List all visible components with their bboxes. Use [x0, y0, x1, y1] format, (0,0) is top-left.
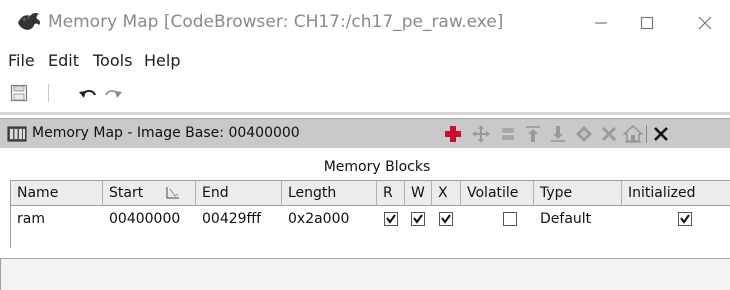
undo-button[interactable] — [77, 83, 99, 103]
expand-down-button[interactable] — [547, 123, 569, 145]
undo-icon — [79, 90, 96, 98]
toolbar — [0, 75, 730, 111]
minimize-button[interactable] — [578, 8, 624, 38]
close-window-button[interactable] — [682, 8, 728, 38]
table-header: Name Start End Length R W X Volatile Typ… — [11, 180, 730, 206]
execute-checkbox[interactable] — [439, 212, 453, 226]
set-image-base-icon — [623, 125, 643, 143]
memory-map-icon — [7, 126, 27, 142]
checkmark-icon — [680, 214, 690, 224]
section-title: Memory Blocks — [323, 159, 431, 175]
cell-start: 00400000 — [109, 211, 181, 227]
memory-blocks-table: Name Start End Length R W X Volatile Typ… — [10, 180, 730, 248]
column-w[interactable]: W — [405, 181, 432, 206]
column-length[interactable]: Length — [282, 181, 377, 206]
volatile-checkbox[interactable] — [503, 212, 517, 226]
checkmark-icon — [386, 214, 396, 224]
toolbar-divider — [0, 112, 730, 115]
column-type[interactable]: Type — [534, 181, 622, 206]
column-initialized[interactable]: Initialized — [622, 181, 730, 206]
menu-bar: File Edit Tools Help — [0, 45, 730, 75]
set-image-base-button[interactable] — [622, 123, 644, 145]
maximize-icon — [640, 16, 654, 30]
cell-name: ram — [17, 211, 45, 227]
move-block-icon — [472, 125, 490, 143]
action-separator — [646, 125, 647, 143]
table-row[interactable]: ram 00400000 00429fff 0x2a000 Default — [11, 206, 730, 232]
column-name[interactable]: Name — [11, 181, 103, 206]
window-title: Memory Map [CodeBrowser: CH17:/ch17_pe_r… — [48, 12, 504, 32]
add-block-icon — [445, 126, 461, 142]
write-checkbox[interactable] — [411, 212, 425, 226]
menu-file[interactable]: File — [8, 51, 35, 70]
initialized-checkbox[interactable] — [678, 212, 692, 226]
redo-button[interactable] — [102, 83, 124, 103]
expand-up-icon — [526, 126, 540, 142]
column-volatile[interactable]: Volatile — [461, 181, 534, 206]
move-block-button[interactable] — [470, 123, 492, 145]
cell-length: 0x2a000 — [288, 211, 350, 227]
provider-title: Memory Map - Image Base: 00400000 — [32, 125, 300, 141]
menu-tools[interactable]: Tools — [93, 51, 132, 70]
title-bar: Memory Map [CodeBrowser: CH17:/ch17_pe_r… — [0, 0, 730, 45]
provider-header: Memory Map - Image Base: 00400000 — [0, 118, 730, 148]
redo-icon — [105, 90, 122, 98]
column-start[interactable]: Start — [103, 181, 196, 206]
status-bar — [0, 259, 730, 290]
minimize-icon — [595, 22, 607, 24]
close-provider-button[interactable] — [650, 123, 672, 145]
column-end[interactable]: End — [196, 181, 282, 206]
dragon-app-icon — [18, 12, 41, 30]
column-r[interactable]: R — [377, 181, 405, 206]
toolbar-separator — [48, 84, 49, 102]
cell-type: Default — [540, 211, 592, 227]
expand-up-button[interactable] — [522, 123, 544, 145]
save-button[interactable] — [8, 83, 30, 103]
maximize-button[interactable] — [624, 8, 670, 38]
read-checkbox[interactable] — [384, 212, 398, 226]
add-block-button[interactable] — [442, 123, 464, 145]
split-block-icon — [502, 128, 514, 140]
cell-end: 00429fff — [202, 211, 262, 227]
delete-block-button[interactable] — [598, 123, 620, 145]
split-block-button[interactable] — [497, 123, 519, 145]
save-icon — [10, 84, 28, 102]
column-x[interactable]: X — [432, 181, 461, 206]
merge-blocks-icon — [576, 126, 592, 142]
delete-block-icon — [601, 126, 617, 142]
close-icon — [654, 127, 668, 141]
menu-help[interactable]: Help — [144, 51, 180, 70]
close-icon — [698, 16, 712, 30]
memory-blocks-header: Memory Blocks — [0, 156, 730, 178]
sort-icon — [166, 187, 179, 199]
menu-edit[interactable]: Edit — [48, 51, 79, 70]
checkmark-icon — [441, 214, 451, 224]
merge-blocks-button[interactable] — [573, 123, 595, 145]
checkmark-icon — [413, 214, 423, 224]
expand-down-icon — [551, 126, 565, 142]
